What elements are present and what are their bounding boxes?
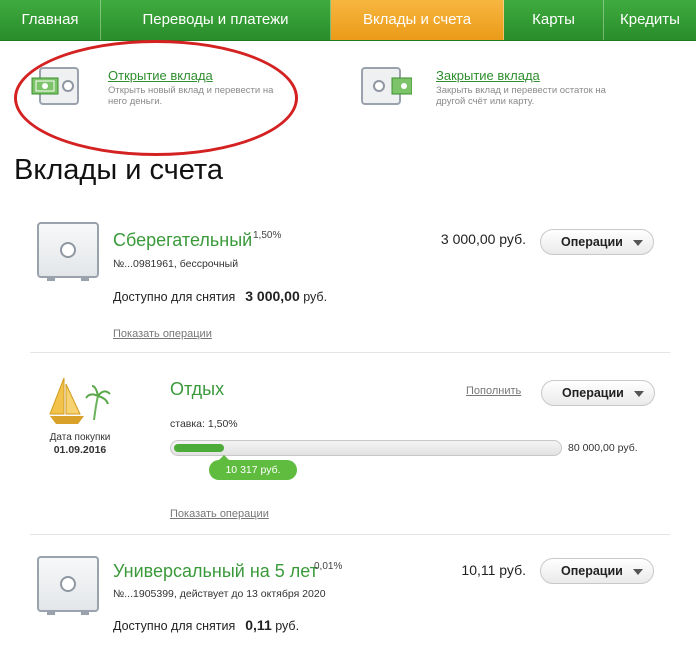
close-deposit-link[interactable]: Закрытие вклада [436,68,616,83]
page-title: Вклады и счета [14,154,224,186]
goal-name[interactable]: Отдых [170,379,224,400]
nav-credits[interactable]: Кредиты [604,0,696,40]
purchase-date: 01.09.2016 [53,444,107,456]
sailboat-icon [46,374,112,430]
account-name[interactable]: Сберегательный [113,230,252,251]
available-currency: руб. [275,619,300,633]
available-label: Доступно для снятия [113,290,236,304]
operations-label: Операции [561,564,623,578]
open-deposit-action[interactable]: Открытие вклада Открыть новый вклад и пе… [30,66,288,110]
divider [30,352,670,353]
available-label: Доступно для снятия [113,619,236,633]
operations-button[interactable]: Операции [540,229,654,255]
operations-button[interactable]: Операции [540,558,654,584]
available-value: 0,11 [245,617,272,633]
account-balance: 3 000,00 руб. [440,231,526,247]
goal-progress-fill [174,444,224,452]
account-rate: 0,01% [314,561,343,572]
goal-operations-button[interactable]: Операции [541,380,655,406]
account-balance: 10,11 руб. [461,562,526,578]
open-deposit-desc: Открыть новый вклад и перевести на него … [108,85,274,107]
close-deposit-desc: Закрыть вклад и перевести остаток на дру… [436,85,606,107]
available-row: Доступно для снятия 3 000,00 руб. [113,288,327,304]
operations-label: Операции [562,386,624,400]
topup-link[interactable]: Пополнить [466,385,521,397]
safe-icon [37,222,99,281]
available-row: Доступно для снятия 0,11 руб. [113,617,299,633]
show-operations-link[interactable]: Показать операции [170,508,269,520]
account-number: №...1905399, действует до 13 октября 202… [113,588,326,600]
chevron-down-icon [634,391,644,397]
open-deposit-link[interactable]: Открытие вклада [108,68,288,83]
chevron-down-icon [633,240,643,246]
available-value: 3 000,00 [245,288,300,304]
account-rate: 1,50% [253,230,282,241]
divider [30,534,670,535]
nav-deposits[interactable]: Вклады и счета [331,0,504,40]
close-deposit-icon [360,66,413,110]
goal-current-amount: 10 317 руб. [209,455,297,480]
safe-dial-icon [60,242,76,258]
close-deposit-action[interactable]: Закрытие вклада Закрыть вклад и перевест… [360,66,616,110]
available-currency: руб. [303,290,328,304]
goal-progress-bar [170,440,562,456]
account-number: №...0981961, бессрочный [113,258,239,270]
show-operations-link[interactable]: Показать операции [113,328,212,340]
account-name[interactable]: Универсальный на 5 лет [113,561,318,582]
safe-icon [37,556,99,615]
nav-transfers[interactable]: Переводы и платежи [101,0,331,40]
goal-target-amount: 80 000,00 руб. [568,442,638,454]
open-deposit-icon [30,66,82,110]
goal-rate: ставка: 1,50% [170,418,238,430]
nav-cards[interactable]: Карты [504,0,604,40]
chevron-down-icon [633,569,643,575]
nav-home[interactable]: Главная [0,0,101,40]
top-nav: Главная Переводы и платежи Вклады и счет… [0,0,696,41]
operations-label: Операции [561,235,623,249]
purchase-date-label: Дата покупки [49,432,111,443]
safe-dial-icon [60,576,76,592]
